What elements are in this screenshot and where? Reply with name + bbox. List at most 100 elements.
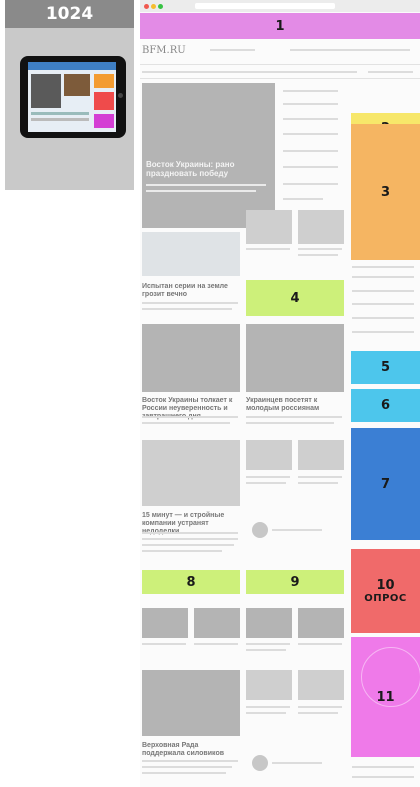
article-text — [142, 302, 238, 304]
caption — [298, 254, 338, 256]
caption — [298, 712, 338, 714]
news-list — [352, 276, 414, 278]
news-list — [283, 198, 323, 200]
social-icons[interactable] — [368, 71, 413, 73]
thumb-banner-red — [94, 92, 114, 110]
thumb-image[interactable] — [142, 608, 188, 638]
zone-6: 6 — [351, 389, 420, 422]
thumb-header-bar — [28, 62, 116, 70]
thumb-image[interactable] — [298, 608, 344, 638]
caption — [246, 706, 290, 708]
caption — [298, 482, 338, 484]
hero-text — [146, 184, 266, 186]
caption — [298, 643, 342, 645]
zone-4: 4 — [246, 280, 344, 316]
caption — [246, 649, 286, 651]
article-text — [142, 760, 238, 762]
zone-8: 8 — [142, 570, 240, 594]
article-text — [142, 772, 226, 774]
avatar — [252, 522, 268, 538]
thumb-image[interactable] — [298, 670, 344, 700]
plane-image[interactable] — [142, 232, 240, 276]
main-nav[interactable] — [142, 71, 357, 73]
news-list — [352, 303, 414, 305]
parliament-image[interactable] — [142, 670, 240, 736]
caption — [194, 643, 238, 645]
hero-headline[interactable]: Восток Украины: рано праздновать победу — [146, 160, 271, 178]
caption — [246, 476, 290, 478]
minimize-dot-icon[interactable] — [151, 4, 156, 9]
news-list — [283, 183, 338, 185]
zone-1: 1 — [140, 13, 420, 39]
news-list — [283, 90, 338, 92]
zone-5-label: 5 — [380, 360, 391, 375]
zone-6-label: 6 — [380, 398, 391, 413]
thumb-image[interactable] — [246, 608, 292, 638]
thumb-image[interactable] — [246, 210, 292, 244]
zone-1-label: 1 — [275, 18, 285, 34]
zone-10-label: 10 — [376, 578, 395, 593]
article-title-5[interactable]: Верховная Рада поддержала силовиков — [142, 742, 240, 758]
caption — [298, 706, 342, 708]
article-text — [142, 422, 230, 424]
news-list — [283, 103, 338, 105]
thumb-image[interactable] — [298, 440, 344, 470]
divider — [140, 78, 420, 79]
zone-3-label: 3 — [380, 184, 391, 200]
caption — [298, 476, 342, 478]
tablet-screen — [28, 62, 116, 132]
thumb-image[interactable] — [246, 440, 292, 470]
hero-image[interactable] — [142, 83, 275, 228]
caption — [246, 248, 290, 250]
news-list — [283, 150, 338, 152]
news-list — [352, 766, 414, 768]
article-text — [142, 550, 222, 552]
article-title-1[interactable]: Испытан серии на земле грозит вечно — [142, 283, 240, 299]
article-text — [246, 422, 334, 424]
news-list — [352, 776, 414, 778]
news-list — [352, 266, 414, 268]
thumb-text-line — [31, 112, 89, 115]
site-logo[interactable]: BFM.RU — [142, 45, 186, 56]
header-links — [290, 49, 410, 51]
news-list — [352, 331, 414, 333]
resolution-badge: 1024 — [5, 0, 134, 28]
zone-11-circle — [361, 647, 420, 707]
caption — [142, 643, 186, 645]
layout-preview: 1024 1 BFM.RU Восток Украины: рано празд… — [0, 0, 420, 787]
thumb-hero-image — [31, 74, 61, 108]
thumb-image[interactable] — [246, 670, 292, 700]
zone-8-label: 8 — [186, 574, 196, 590]
caption — [246, 712, 286, 714]
crowd-image[interactable] — [142, 324, 240, 392]
divider — [140, 64, 420, 65]
tablet-thumbnail — [20, 56, 126, 138]
article-title-3[interactable]: Украинцев посетят к молодым россиянам — [246, 397, 344, 413]
news-list — [283, 118, 338, 120]
thumb-image[interactable] — [298, 210, 344, 244]
zone-7: 7 — [351, 428, 420, 540]
news-list — [283, 133, 338, 135]
folk-image[interactable] — [246, 324, 344, 392]
news-list — [352, 317, 414, 319]
zone-11: 11 — [351, 637, 420, 757]
thumb-image — [64, 74, 90, 96]
address-bar[interactable] — [195, 3, 335, 9]
header-text — [210, 49, 255, 51]
news-list — [352, 290, 414, 292]
maximize-dot-icon[interactable] — [158, 4, 163, 9]
article-text — [142, 532, 238, 534]
article-text — [142, 766, 232, 768]
thumb-image[interactable] — [194, 608, 240, 638]
snow-image[interactable] — [142, 440, 240, 506]
thumb-text-line — [31, 118, 89, 121]
zone-10: 10 ОПРОС — [351, 549, 420, 633]
article-text — [142, 308, 232, 310]
zone-7-label: 7 — [380, 476, 391, 492]
zone-9: 9 — [246, 570, 344, 594]
close-dot-icon[interactable] — [144, 4, 149, 9]
thumb-banner-orange — [94, 74, 114, 88]
caption — [298, 248, 342, 250]
author-name — [272, 762, 322, 764]
article-text — [142, 538, 238, 540]
